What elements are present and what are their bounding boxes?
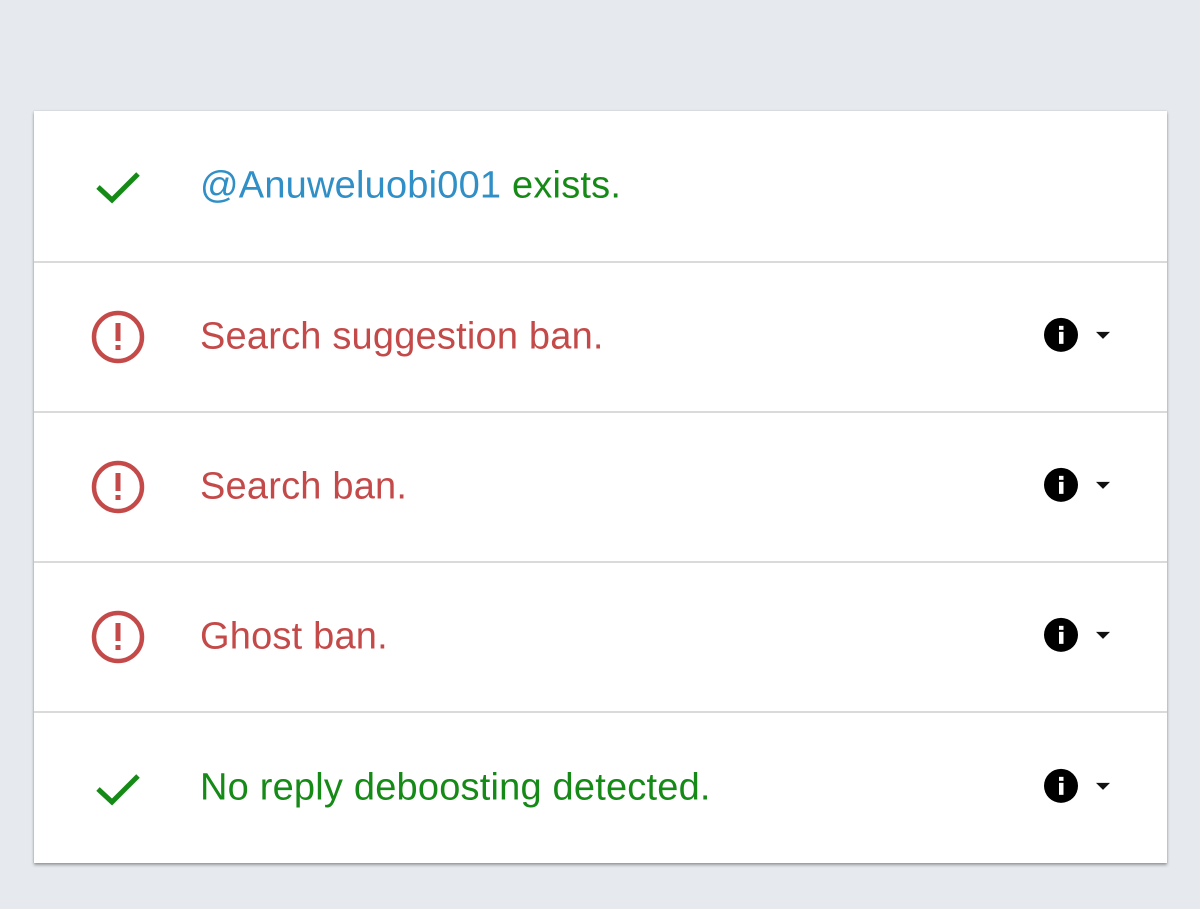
row-controls (1043, 467, 1117, 503)
info-icon[interactable] (1043, 617, 1079, 653)
result-row-reply-deboosting: No reply deboosting detected. (34, 713, 1167, 863)
result-text: No reply deboosting detected. (200, 766, 711, 809)
result-text: Search ban. (200, 465, 408, 508)
caret-down-icon[interactable] (1089, 772, 1117, 800)
account-handle[interactable]: @Anuweluobi001 (200, 165, 501, 207)
row-controls (1043, 317, 1117, 353)
result-text: @Anuweluobi001 exists. (200, 165, 621, 208)
info-icon[interactable] (1043, 768, 1079, 804)
caret-down-icon[interactable] (1089, 321, 1117, 349)
result-row-exists: @Anuweluobi001 exists. (34, 111, 1167, 263)
results-card: @Anuweluobi001 exists. Search suggestion… (34, 111, 1167, 863)
alert-circle-icon (90, 459, 146, 515)
checkmark-icon (90, 158, 146, 214)
result-row-search-ban: Search ban. (34, 413, 1167, 563)
result-text: Ghost ban. (200, 615, 388, 658)
info-icon[interactable] (1043, 467, 1079, 503)
row-controls (1043, 617, 1117, 653)
info-icon[interactable] (1043, 317, 1079, 353)
alert-circle-icon (90, 609, 146, 665)
result-status-text: exists. (501, 164, 622, 207)
result-text: Search suggestion ban. (200, 315, 604, 358)
checkmark-icon (90, 760, 146, 816)
alert-circle-icon (90, 309, 146, 365)
caret-down-icon[interactable] (1089, 471, 1117, 499)
row-controls (1043, 768, 1117, 804)
caret-down-icon[interactable] (1089, 621, 1117, 649)
result-row-search-suggestion-ban: Search suggestion ban. (34, 263, 1167, 413)
result-row-ghost-ban: Ghost ban. (34, 563, 1167, 713)
